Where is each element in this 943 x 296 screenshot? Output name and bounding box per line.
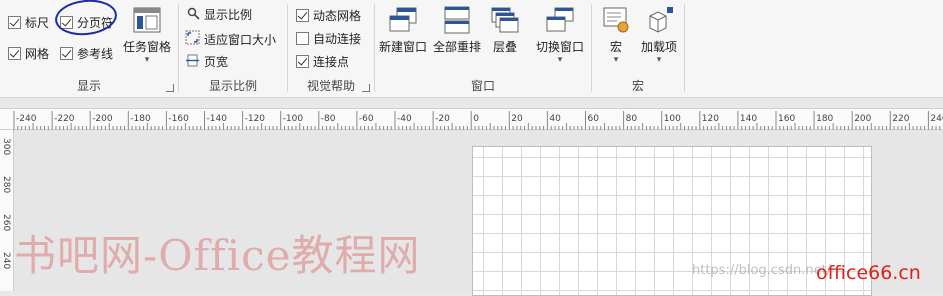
ribbon: 标尺 分页符 网格 参考线 任务窗格 ▾ 显示 显示比例 适应窗口大小 页宽 显…	[0, 0, 943, 98]
ruler-tick-label: 0	[473, 114, 479, 124]
guides-checkbox[interactable]: 参考线	[60, 45, 113, 62]
connection-points-check-box[interactable]	[296, 55, 309, 68]
watermark-site: office66.cn	[816, 262, 921, 284]
ruler-tick-label: 120	[701, 114, 719, 124]
ruler-tick-label: 300	[1, 138, 11, 156]
magnifier-icon	[187, 7, 200, 23]
ruler-tick-label: 240	[1, 252, 11, 270]
page-width-icon	[185, 54, 200, 70]
chevron-down-icon: ▾	[656, 55, 662, 65]
group-divider	[684, 4, 685, 92]
ruler-tick-label: 280	[1, 176, 11, 194]
ruler-tick-label: -220	[54, 114, 75, 124]
group-macros-label: 宏	[631, 79, 644, 93]
dialog-launcher-icon[interactable]	[362, 84, 370, 92]
group-visual-aids: 动态网格 自动连接 连接点 视觉帮助	[288, 0, 374, 98]
macros-icon	[601, 6, 631, 34]
dialog-launcher-icon[interactable]	[166, 84, 174, 92]
fit-window-icon	[185, 30, 200, 48]
cascade-label: 层叠	[492, 40, 517, 54]
new-window-button[interactable]: 新建窗口	[377, 6, 429, 55]
ruler-tick-label: -40	[397, 114, 412, 124]
ruler-checkbox[interactable]: 标尺	[8, 14, 49, 31]
ruler-check-box[interactable]	[8, 16, 21, 29]
fit-to-window-button[interactable]: 适应窗口大小	[185, 30, 276, 48]
task-panes-button[interactable]: 任务窗格 ▾	[120, 6, 174, 65]
fit-window-label: 适应窗口大小	[204, 32, 277, 47]
cascade-icon	[490, 6, 520, 34]
grid-label: 网格	[25, 47, 50, 61]
switch-windows-icon	[545, 6, 575, 34]
chevron-down-icon: ▾	[613, 55, 619, 65]
ruler-tick-label: 180	[816, 114, 834, 124]
group-show-label: 显示	[76, 79, 101, 93]
auto-connect-label: 自动连接	[313, 32, 362, 46]
ruler-tick-label: 60	[587, 114, 599, 124]
new-window-icon	[388, 6, 418, 34]
arrange-all-button[interactable]: 全部重排	[431, 6, 483, 55]
ruler-tick-label: 160	[778, 114, 796, 124]
group-window: 新建窗口 全部重排 层叠 切换窗口 ▾ 窗口	[375, 0, 591, 98]
task-panes-icon	[132, 6, 162, 34]
group-macros: 宏 ▾ 加载项 ▾ 宏	[592, 0, 684, 98]
addons-icon	[644, 6, 674, 34]
switch-windows-button[interactable]: 切换窗口 ▾	[533, 6, 587, 65]
ruler-tick-label: -100	[282, 114, 304, 124]
group-zoom-label: 显示比例	[208, 79, 257, 93]
grid-check-box[interactable]	[8, 47, 21, 60]
ruler-tick-label: 80	[625, 114, 638, 124]
vertical-ruler[interactable]: 300 280 260 240	[0, 130, 14, 291]
watermark-text: 书吧网-Office教程网	[14, 231, 421, 280]
connection-points-label: 连接点	[313, 55, 350, 69]
switch-windows-label: 切换窗口	[535, 40, 584, 54]
connection-points-checkbox[interactable]: 连接点	[296, 53, 349, 70]
addons-label: 加载项	[640, 40, 677, 54]
ruler-tick-label: 140	[739, 114, 758, 124]
ruler-tick-label: -80	[320, 114, 336, 124]
macros-label: 宏	[609, 40, 622, 54]
page-width-button[interactable]: 页宽	[185, 53, 228, 70]
auto-connect-checkbox[interactable]: 自动连接	[296, 30, 361, 47]
ruler-tick-label: 260	[1, 214, 11, 232]
ruler-tick-label: -160	[168, 114, 189, 124]
group-window-label: 窗口	[470, 79, 495, 93]
dynamic-grid-label: 动态网格	[313, 9, 362, 23]
ruler-tick-label: -180	[130, 114, 151, 124]
grid-checkbox[interactable]: 网格	[8, 45, 49, 62]
ruler-tick-label: -20	[435, 114, 450, 124]
ruler-tick-label: 100	[663, 114, 681, 124]
dynamic-grid-checkbox[interactable]: 动态网格	[296, 7, 361, 24]
ruler-tick-label: -240	[16, 114, 37, 124]
page-width-label: 页宽	[204, 55, 229, 69]
task-panes-label: 任务窗格	[122, 40, 171, 54]
new-window-label: 新建窗口	[378, 40, 427, 54]
ruler-tick-label: -200	[92, 114, 113, 124]
chevron-down-icon: ▾	[557, 55, 563, 65]
arrange-all-icon	[442, 6, 472, 34]
zoom-label: 显示比例	[204, 8, 253, 22]
ruler-tick-label: -120	[244, 114, 266, 124]
horizontal-ruler[interactable]: -240 -220 -200 -180 -160 -140 -120 -100 -80 -60 -4…	[0, 108, 943, 131]
ruler-tick-label: 240	[930, 114, 943, 124]
ruler-tick-label: 200	[854, 114, 872, 124]
macros-button[interactable]: 宏 ▾	[598, 6, 634, 65]
addons-button[interactable]: 加载项 ▾	[636, 6, 682, 65]
ruler-label: 标尺	[25, 16, 50, 30]
watermark-url: https://blog.csdn.net/	[692, 263, 832, 278]
group-zoom: 显示比例 适应窗口大小 页宽 显示比例	[179, 0, 287, 98]
cascade-button[interactable]: 层叠	[485, 6, 525, 55]
ruler-tick-label: 220	[892, 114, 910, 124]
zoom-button[interactable]: 显示比例	[187, 6, 252, 23]
ruler-tick-label: 40	[549, 114, 561, 124]
ruler-tick-label: 20	[511, 114, 523, 124]
ruler-tick-label: -140	[206, 114, 227, 124]
dynamic-grid-check-box[interactable]	[296, 9, 309, 22]
guides-label: 参考线	[77, 47, 114, 61]
chevron-down-icon: ▾	[144, 55, 150, 65]
arrange-all-label: 全部重排	[432, 40, 481, 54]
guides-check-box[interactable]	[60, 47, 73, 60]
auto-connect-check-box[interactable]	[296, 32, 309, 45]
ruler-tick-label: -60	[358, 114, 374, 124]
